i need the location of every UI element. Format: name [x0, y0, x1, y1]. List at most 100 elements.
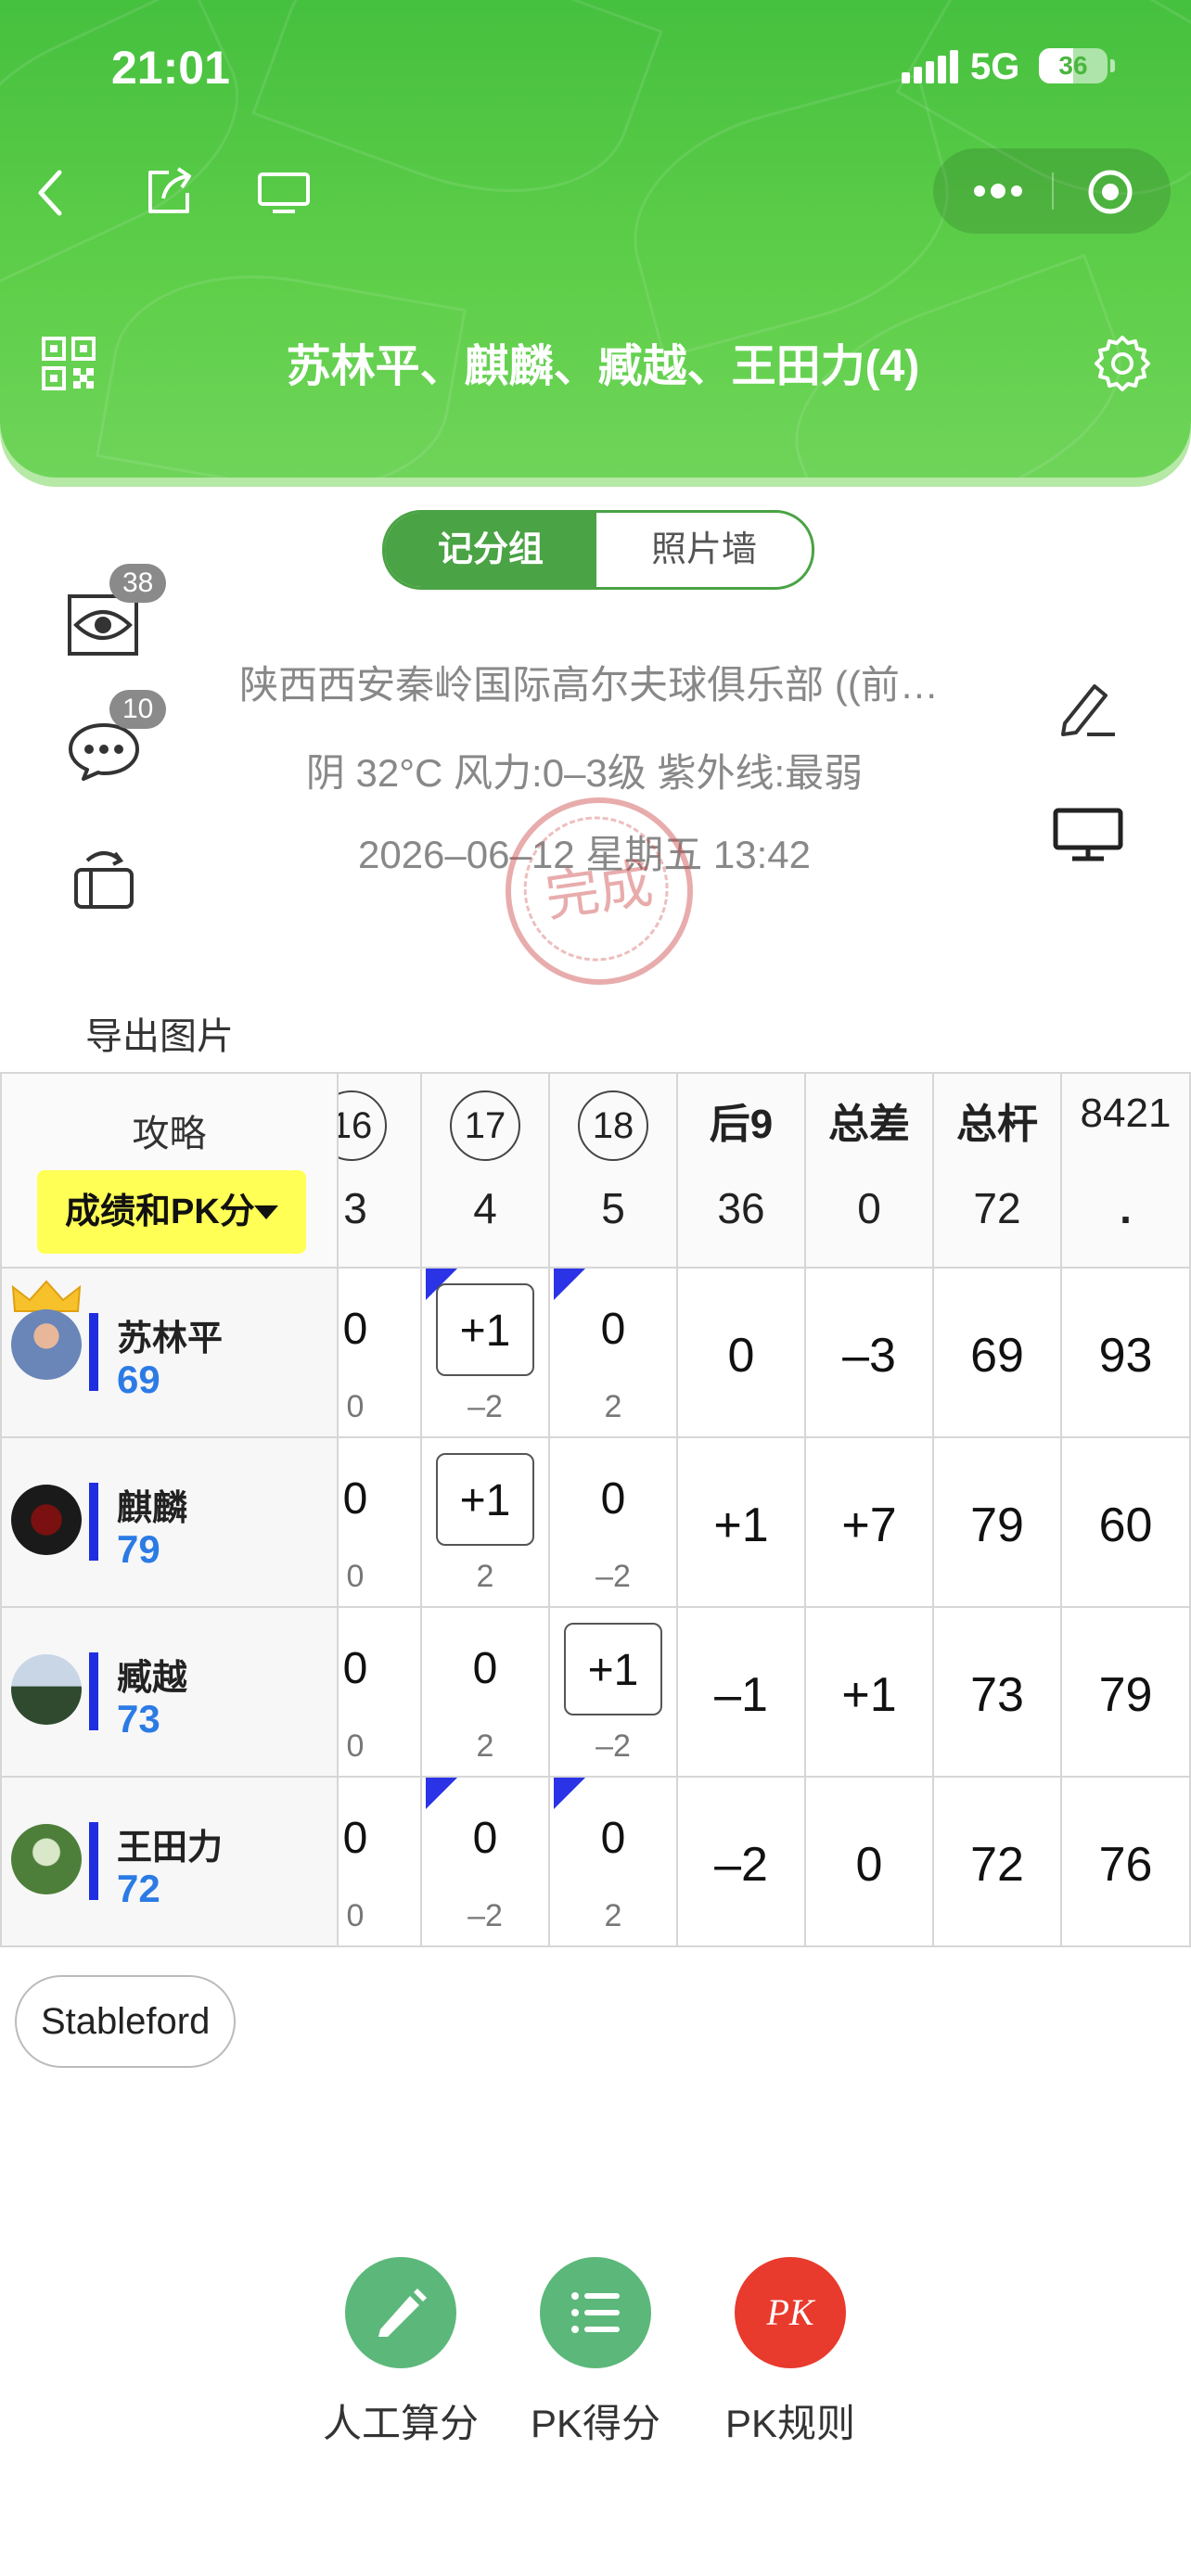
back9-value: +1 — [713, 1498, 769, 1552]
battery-level: 36 — [1058, 51, 1088, 80]
total-value: 73 — [970, 1668, 1024, 1722]
hole-pk: 0 — [346, 1389, 365, 1424]
page-title: 苏林平、麒麟、臧越、王田力(4) — [286, 342, 920, 391]
more-dots-icon[interactable] — [970, 176, 1026, 206]
diff-cell: +7 — [806, 1438, 934, 1608]
diff-cell: 0 — [806, 1778, 934, 1947]
avatar — [11, 1654, 82, 1725]
tab-photo-wall[interactable]: 照片墙 — [596, 513, 812, 587]
hole-number: 17 — [450, 1090, 520, 1161]
diff-value: –3 — [842, 1329, 896, 1383]
hole-pk: –2 — [596, 1559, 631, 1594]
hole-score: 0 — [600, 1814, 626, 1863]
pk-score-button[interactable] — [540, 2257, 651, 2368]
hole-cell[interactable]: 0 –2 — [550, 1438, 678, 1608]
pencil-icon — [378, 2289, 427, 2337]
pk-score-label[interactable]: PK得分 — [484, 2392, 707, 2449]
points-value: 76 — [1098, 1838, 1153, 1892]
edit-icon[interactable] — [1057, 677, 1119, 738]
hole-cell[interactable]: 0 0 — [339, 1778, 422, 1947]
hole-cell[interactable]: 0 2 — [422, 1608, 550, 1778]
player-name: 王田力 — [117, 1829, 224, 1868]
views-badge: 38 — [109, 564, 167, 603]
hole-cell[interactable]: +1 –2 — [550, 1608, 678, 1778]
hole-score: 0 — [600, 1305, 626, 1354]
hole-cell[interactable]: 0 2 — [550, 1778, 678, 1947]
qr-code-icon[interactable] — [41, 336, 96, 391]
manual-score-button[interactable] — [345, 2257, 456, 2368]
gear-icon[interactable] — [1093, 334, 1152, 393]
rotate-screen-icon[interactable] — [70, 846, 137, 912]
hole-cell[interactable]: +1 –2 — [422, 1269, 550, 1438]
hole-pk: 0 — [346, 1898, 365, 1933]
tab-scoring-group[interactable]: 记分组 — [385, 513, 596, 587]
hole-score: +1 — [564, 1623, 662, 1715]
battery-tip — [1110, 59, 1115, 72]
player-cell[interactable]: 苏林平 69 — [0, 1269, 339, 1438]
points-value: 79 — [1098, 1668, 1153, 1722]
header-value: . — [1120, 1184, 1132, 1232]
points-value: 93 — [1098, 1329, 1153, 1383]
diff-cell: +1 — [806, 1608, 934, 1778]
pk-icon: PK — [766, 2291, 814, 2333]
score-table: 攻略 成绩和PK分 16 3 17 4 18 5 后9 36 总差 0 总杆 7… — [0, 1072, 1191, 1947]
hole-score: 0 — [342, 1814, 368, 1863]
player-cell[interactable]: 臧越 73 — [0, 1608, 339, 1778]
dropdown-label: 成绩和PK分 — [65, 1192, 255, 1231]
weather-info: 阴 32°C 风力:0–3级 紫外线:最弱 — [305, 751, 864, 795]
hole-cell[interactable]: 0 0 — [339, 1438, 422, 1608]
hole-cell[interactable]: 0 0 — [339, 1608, 422, 1778]
header-bar: 21:01 5G 36 苏林平、麒麟、臧越、王田力(4) — [0, 0, 1191, 478]
header-label: 后9 — [709, 1102, 774, 1147]
flag-marker — [554, 1269, 585, 1300]
player-name: 麒麟 — [117, 1489, 188, 1528]
diff-cell: –3 — [806, 1269, 934, 1438]
hole-pk: –2 — [467, 1898, 503, 1933]
hole-cell[interactable]: 0 2 — [550, 1269, 678, 1438]
hole-cell[interactable]: +1 2 — [422, 1438, 550, 1608]
monitor-icon[interactable] — [256, 171, 312, 215]
avatar — [11, 1485, 82, 1555]
hole-cell[interactable]: 0 0 — [339, 1269, 422, 1438]
hole-number: 18 — [578, 1090, 648, 1161]
strategy-label: 攻略 — [132, 1114, 207, 1154]
hole-pk: 0 — [346, 1559, 365, 1594]
diff-value: +7 — [841, 1498, 897, 1552]
hole-pk: 2 — [604, 1389, 622, 1424]
hole-number: 16 — [339, 1090, 387, 1161]
export-image-link[interactable]: 导出图片 — [85, 1006, 234, 1060]
points-cell: 79 — [1062, 1608, 1191, 1778]
diff-value: 0 — [855, 1838, 883, 1892]
score-mode-dropdown[interactable]: 成绩和PK分 — [37, 1170, 306, 1254]
total-value: 69 — [970, 1329, 1024, 1383]
view-icon[interactable] — [67, 593, 139, 657]
stableford-button[interactable]: Stableford — [15, 1975, 237, 2068]
chevron-left-icon[interactable] — [28, 165, 74, 221]
flag-marker — [426, 1778, 457, 1809]
view-switcher: 记分组 照片墙 — [382, 510, 814, 590]
player-cell[interactable]: 麒麟 79 — [0, 1438, 339, 1608]
header-label: 8421 — [1080, 1090, 1172, 1136]
diff-value: +1 — [841, 1668, 897, 1722]
header-label: 总差 — [828, 1102, 910, 1147]
monitor-icon[interactable] — [1052, 807, 1124, 862]
pk-rules-button[interactable]: PK — [735, 2257, 846, 2368]
comment-icon[interactable] — [67, 721, 141, 783]
target-icon[interactable] — [1087, 169, 1133, 215]
share-icon[interactable] — [141, 163, 197, 219]
back9-cell: –1 — [678, 1608, 806, 1778]
player-name: 苏林平 — [117, 1320, 224, 1358]
total-value: 72 — [970, 1838, 1024, 1892]
hole-cell[interactable]: 0 –2 — [422, 1778, 550, 1947]
player-score: 69 — [117, 1358, 160, 1401]
player-cell[interactable]: 王田力 72 — [0, 1778, 339, 1947]
mini-program-capsule — [933, 148, 1171, 234]
points-cell: 60 — [1062, 1438, 1191, 1608]
pk-rules-label[interactable]: PK规则 — [679, 2392, 902, 2449]
hole-pk: 0 — [346, 1728, 365, 1764]
manual-score-label[interactable]: 人工算分 — [289, 2392, 512, 2449]
battery-icon: 36 — [1039, 48, 1108, 83]
player-score: 72 — [117, 1867, 160, 1910]
header-label: 总杆 — [956, 1102, 1038, 1147]
club-name: 陕西西安秦岭国际高尔夫球俱乐部 ((前… — [239, 663, 939, 707]
